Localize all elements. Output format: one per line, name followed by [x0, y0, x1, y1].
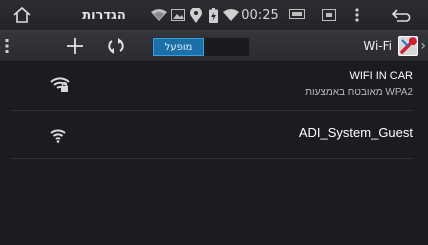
image-icon — [170, 0, 186, 30]
refresh-icon[interactable] — [104, 31, 128, 61]
screenshot-icon[interactable] — [318, 0, 340, 30]
network-security-detail: מאובטח באמצעות WPA2 — [305, 87, 413, 98]
network-ssid: WIFI IN CAR — [349, 70, 413, 82]
wifi-icon — [50, 128, 66, 147]
location-icon — [188, 0, 204, 30]
divider — [10, 158, 414, 159]
toggle-on-label: מופעל — [153, 38, 204, 56]
clock: 00:25 — [241, 7, 279, 23]
menu-icon[interactable] — [350, 0, 364, 30]
overflow-menu-icon[interactable] — [2, 31, 12, 61]
network-ssid: ADI_System_Guest — [298, 125, 413, 140]
monitor-icon[interactable] — [286, 0, 308, 30]
page-title: Wi-Fi — [363, 39, 392, 53]
back-icon[interactable] — [388, 0, 416, 30]
wifi-status-icon — [150, 0, 168, 30]
battery-icon — [206, 0, 220, 30]
chevron-right-icon: › — [420, 38, 426, 54]
settings-title: הגדרות — [82, 7, 126, 23]
wifi-settings-icon[interactable] — [398, 36, 418, 56]
network-item[interactable]: ADI_System_Guest — [0, 110, 428, 158]
add-icon[interactable] — [64, 31, 86, 61]
wifi-signal-icon — [222, 0, 240, 30]
home-icon[interactable] — [10, 0, 34, 30]
wifi-lock-icon — [50, 77, 70, 97]
wifi-toggle[interactable]: מופעל — [152, 37, 250, 57]
status-bar: הגדרות 00:25 — [0, 0, 428, 31]
network-item[interactable]: WIFI IN CAR מאובטח באמצעות WPA2 — [0, 62, 428, 110]
